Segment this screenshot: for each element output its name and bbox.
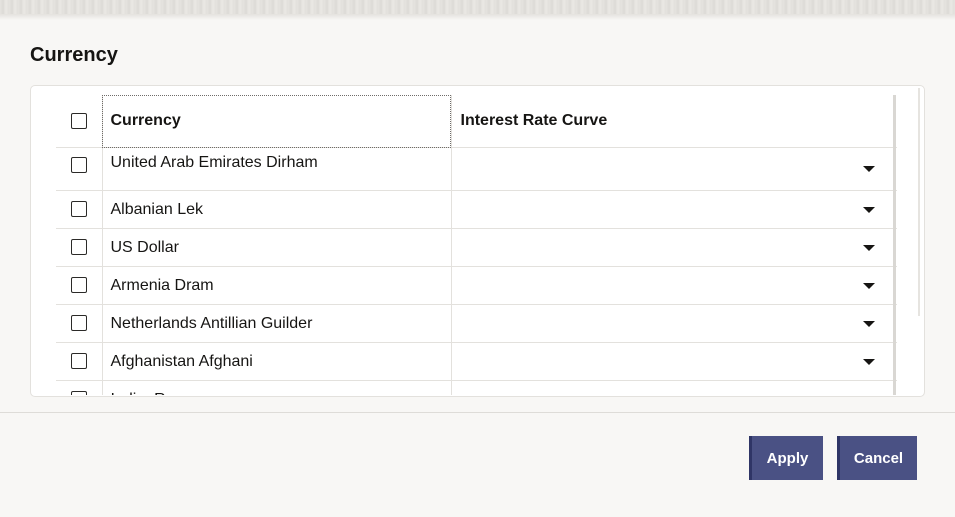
table-row: Albanian Lek bbox=[56, 190, 897, 229]
select-all-cell bbox=[56, 95, 103, 148]
row-select-cell bbox=[56, 342, 103, 381]
currency-cell: Armenia Dram bbox=[102, 266, 451, 305]
chevron-down-icon[interactable] bbox=[863, 206, 875, 213]
currency-table-card: Currency Interest Rate Curve United Arab… bbox=[30, 85, 925, 397]
row-checkbox[interactable] bbox=[71, 353, 87, 370]
table-header-row: Currency Interest Rate Curve bbox=[56, 95, 897, 148]
chevron-down-icon[interactable] bbox=[863, 358, 875, 365]
row-select-cell bbox=[56, 266, 103, 305]
row-select-cell bbox=[56, 228, 103, 267]
table-row: United Arab Emirates Dirham bbox=[56, 147, 897, 191]
row-select-cell bbox=[56, 304, 103, 343]
chevron-down-icon[interactable] bbox=[863, 244, 875, 251]
interest-rate-curve-select[interactable] bbox=[450, 190, 897, 229]
interest-rate-curve-select[interactable] bbox=[450, 228, 897, 267]
row-select-cell bbox=[56, 147, 103, 191]
chevron-down-icon[interactable] bbox=[863, 166, 875, 172]
currency-cell: US Dollar bbox=[102, 228, 451, 267]
interest-rate-curve-select[interactable] bbox=[450, 342, 897, 381]
chevron-down-icon[interactable] bbox=[863, 320, 875, 327]
interest-rate-curve-select[interactable] bbox=[450, 266, 897, 305]
row-checkbox[interactable] bbox=[71, 315, 87, 332]
select-all-checkbox[interactable] bbox=[71, 112, 87, 129]
card-scrollbar[interactable] bbox=[918, 88, 920, 316]
column-header-currency[interactable]: Currency bbox=[102, 95, 451, 148]
table-row: Netherlands Antillian Guilder bbox=[56, 304, 897, 343]
currency-cell: IndianRupee bbox=[102, 380, 451, 395]
currency-table-scroll-area: Currency Interest Rate Curve United Arab… bbox=[56, 95, 897, 395]
row-checkbox[interactable] bbox=[71, 277, 87, 294]
row-select-cell bbox=[56, 380, 103, 395]
footer-divider bbox=[0, 412, 955, 413]
table-scrollbar[interactable] bbox=[893, 95, 896, 395]
chevron-down-icon[interactable] bbox=[863, 282, 875, 289]
cancel-button[interactable]: Cancel bbox=[837, 436, 917, 480]
currency-cell: Netherlands Antillian Guilder bbox=[102, 304, 451, 343]
currency-cell: Afghanistan Afghani bbox=[102, 342, 451, 381]
row-checkbox[interactable] bbox=[71, 201, 87, 218]
section-title: Currency bbox=[30, 44, 118, 66]
table-row: Afghanistan Afghani bbox=[56, 342, 897, 381]
currency-table: Currency Interest Rate Curve United Arab… bbox=[56, 95, 897, 395]
currency-cell: Albanian Lek bbox=[102, 190, 451, 229]
top-header-strip bbox=[0, 0, 955, 20]
table-row: IndianRupee bbox=[56, 380, 897, 395]
interest-rate-curve-select[interactable] bbox=[450, 380, 897, 395]
apply-button[interactable]: Apply bbox=[749, 436, 823, 480]
interest-rate-curve-select[interactable] bbox=[450, 147, 897, 191]
table-row: US Dollar bbox=[56, 228, 897, 267]
row-checkbox[interactable] bbox=[71, 391, 87, 395]
row-checkbox[interactable] bbox=[71, 239, 87, 256]
column-header-interest-rate-curve[interactable]: Interest Rate Curve bbox=[450, 95, 897, 148]
row-select-cell bbox=[56, 190, 103, 229]
table-row: Armenia Dram bbox=[56, 266, 897, 305]
currency-cell: United Arab Emirates Dirham bbox=[102, 147, 451, 191]
interest-rate-curve-select[interactable] bbox=[450, 304, 897, 343]
row-checkbox[interactable] bbox=[71, 157, 87, 173]
